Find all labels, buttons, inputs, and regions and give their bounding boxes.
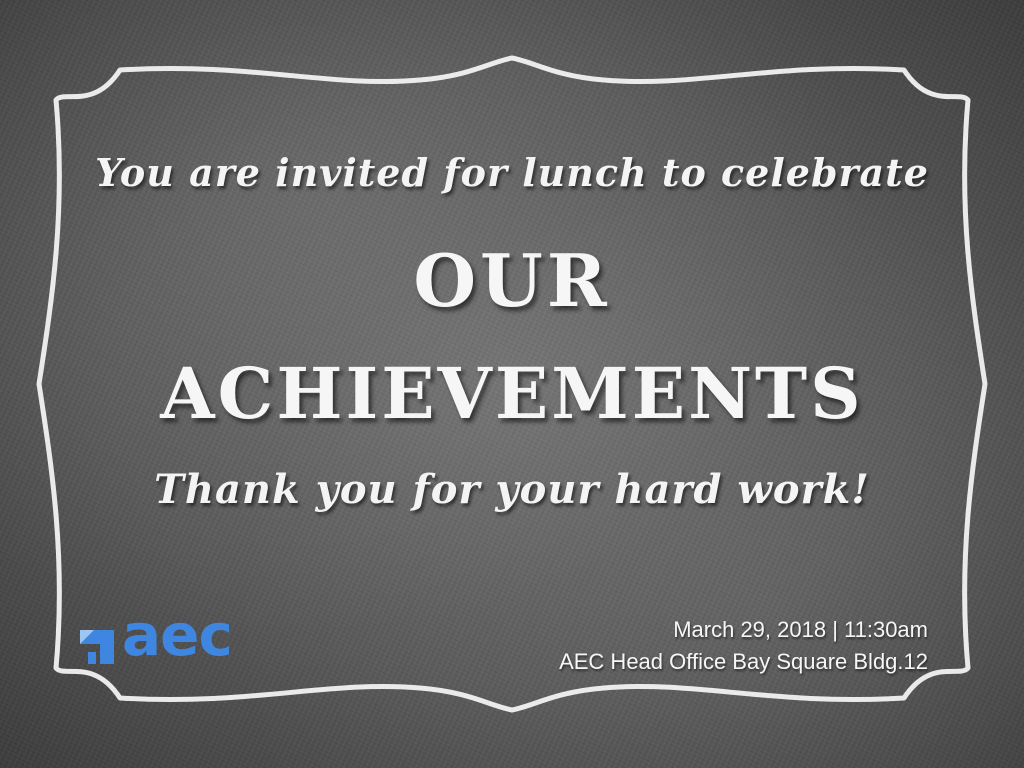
event-location: AEC Head Office Bay Square Bldg.12 xyxy=(559,649,928,674)
invitation-intro: You are invited for lunch to celebrate xyxy=(95,150,929,195)
headline-achievements: ACHIEVEMENTS xyxy=(160,352,864,435)
thank-you-message: Thank you for your hard work! xyxy=(154,466,870,513)
chalkboard-invitation: You are invited for lunch to celebrate O… xyxy=(0,0,1024,768)
event-details: March 29, 2018 | 11:30am AEC Head Office… xyxy=(559,614,928,678)
aec-logo-text: aec xyxy=(122,601,233,669)
headline-our: OUR xyxy=(413,238,611,323)
aec-arrow-logo-icon xyxy=(80,630,114,664)
event-date-time: March 29, 2018 | 11:30am xyxy=(673,617,928,642)
aec-logo: aec xyxy=(74,606,244,670)
